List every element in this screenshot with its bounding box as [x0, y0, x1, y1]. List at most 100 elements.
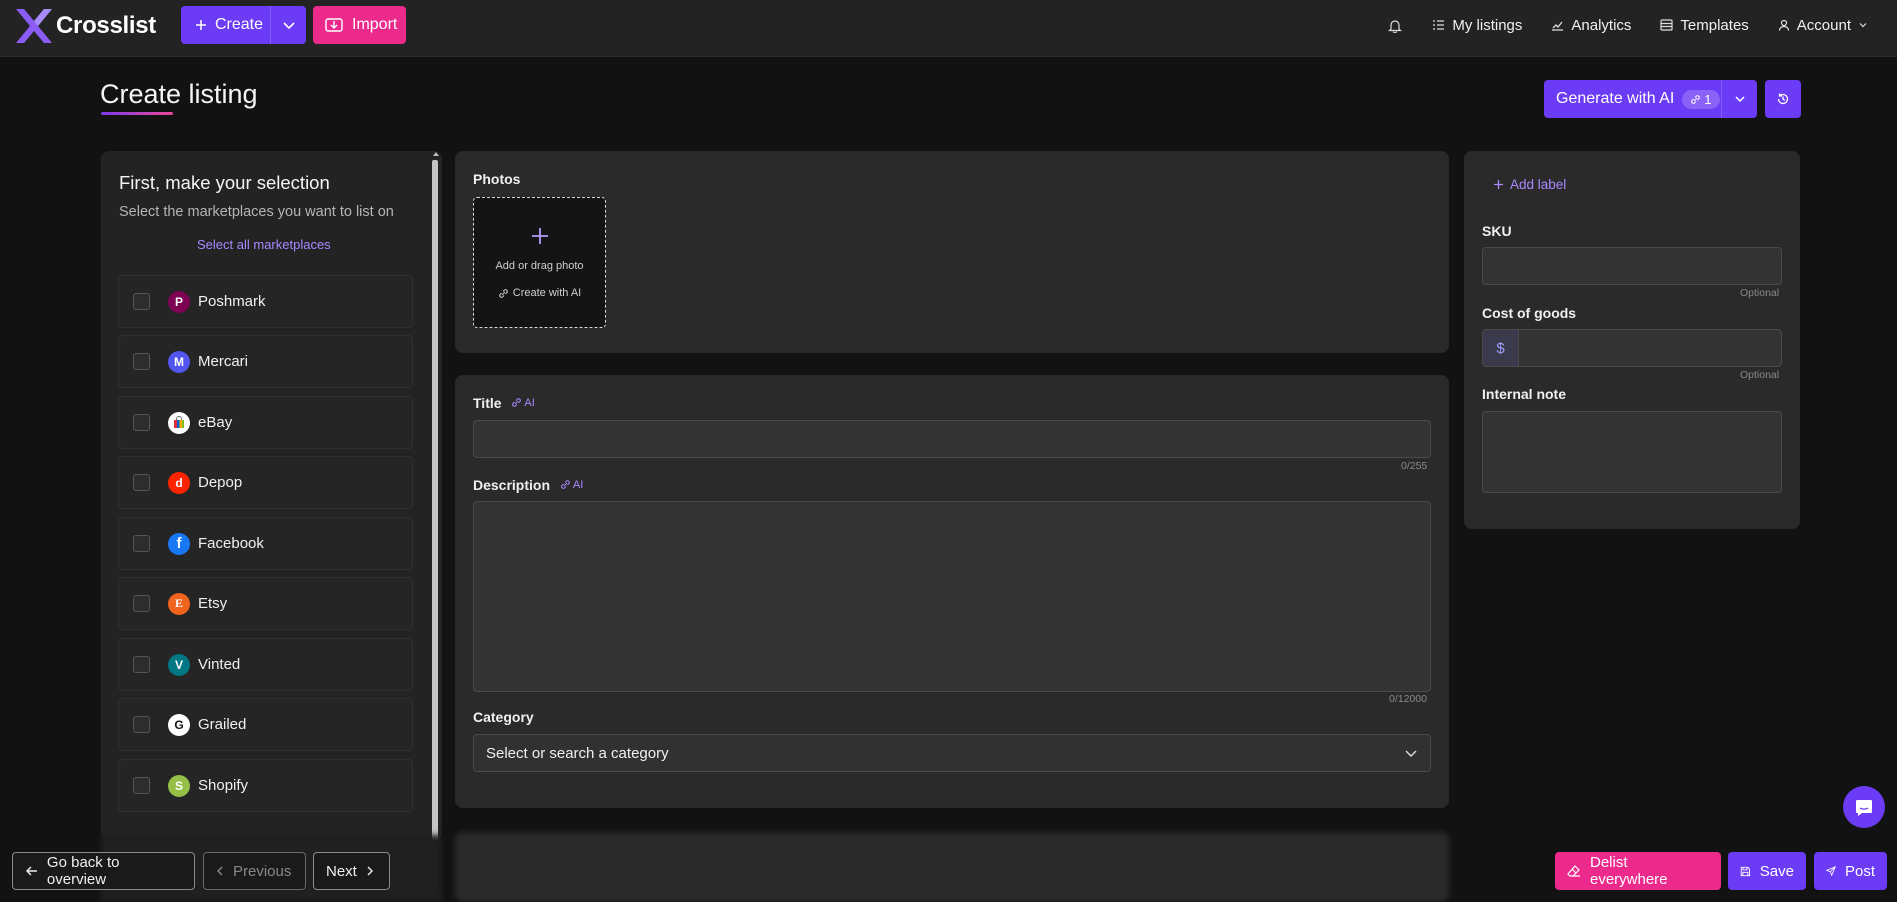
marketplace-checkbox[interactable]: [133, 535, 150, 552]
next-button[interactable]: Next: [313, 852, 390, 890]
title-ai-button[interactable]: AI: [511, 396, 535, 409]
generate-with-ai-button[interactable]: Generate with AI 1: [1544, 80, 1757, 118]
save-button[interactable]: Save: [1728, 852, 1806, 890]
add-label-button[interactable]: Add label: [1493, 177, 1566, 192]
plus-icon: [532, 228, 548, 244]
generate-count: 1: [1704, 91, 1712, 107]
description-label: Description AI: [473, 477, 583, 493]
ai-link-icon: [498, 288, 508, 298]
marketplace-item-facebook[interactable]: f Facebook: [118, 517, 413, 570]
save-label: Save: [1759, 862, 1794, 880]
description-ai-button[interactable]: AI: [560, 479, 583, 491]
scroll-up-arrow[interactable]: [433, 152, 439, 156]
category-placeholder: Select or search a category: [486, 744, 669, 762]
cost-input[interactable]: $: [1482, 329, 1782, 367]
top-nav: My listings Analytics Templates Account: [1388, 0, 1897, 50]
create-button[interactable]: Create: [181, 6, 306, 44]
crosslist-logo[interactable]: Crosslist: [12, 5, 156, 47]
history-button[interactable]: [1765, 80, 1801, 118]
add-photo-dropzone[interactable]: Add or drag photo Create with AI: [473, 197, 606, 328]
nav-account[interactable]: Account: [1778, 17, 1868, 34]
vinted-icon: V: [168, 653, 190, 676]
delist-everywhere-button[interactable]: Delist everywhere: [1555, 852, 1721, 890]
marketplace-heading: First, make your selection: [119, 172, 330, 193]
plus-icon: [1494, 180, 1503, 189]
eraser-icon: [1567, 865, 1580, 877]
chat-icon: [1856, 800, 1872, 816]
save-icon: [1740, 866, 1751, 876]
list-icon: [1433, 20, 1445, 30]
create-with-ai-text: Create with AI: [512, 287, 582, 299]
description-counter: 0/12000: [1389, 693, 1427, 705]
mercari-icon: M: [168, 350, 190, 373]
delist-label: Delist everywhere: [1589, 854, 1668, 888]
chevron-down-icon: [282, 22, 295, 30]
photos-card: Photos Add or drag photo Create with AI: [455, 151, 1449, 353]
title-underline: [101, 112, 173, 115]
marketplace-panel: First, make your selection Select the ma…: [101, 151, 442, 841]
description-textarea[interactable]: [473, 501, 1431, 692]
marketplace-label: Vinted: [198, 656, 241, 673]
marketplace-checkbox[interactable]: [133, 474, 150, 491]
import-button[interactable]: Import: [313, 6, 406, 44]
add-label-text: Add label: [1510, 177, 1567, 192]
post-button[interactable]: Post: [1814, 852, 1887, 890]
sku-input[interactable]: [1482, 247, 1782, 285]
create-main[interactable]: Create: [181, 16, 270, 34]
marketplace-item-shopify[interactable]: S Shopify: [118, 759, 413, 812]
marketplace-item-depop[interactable]: d Depop: [118, 456, 413, 509]
post-label: Post: [1844, 862, 1875, 880]
marketplace-checkbox[interactable]: [133, 656, 150, 673]
create-dropdown-toggle[interactable]: [270, 6, 306, 44]
marketplace-checkbox[interactable]: [133, 716, 150, 733]
scrollbar-thumb[interactable]: [432, 160, 438, 840]
generate-dropdown-toggle[interactable]: [1721, 80, 1757, 118]
marketplace-label: Etsy: [198, 595, 228, 612]
nav-templates[interactable]: Templates: [1660, 17, 1749, 34]
chevron-down-icon: [1405, 750, 1417, 757]
marketplace-item-ebay[interactable]: eBay: [118, 396, 413, 449]
nav-analytics[interactable]: Analytics: [1551, 17, 1631, 34]
marketplace-checkbox[interactable]: [133, 353, 150, 370]
chat-support-button[interactable]: [1843, 786, 1885, 828]
marketplace-checkbox[interactable]: [133, 777, 150, 794]
marketplace-subheading: Select the marketplaces you want to list…: [119, 204, 394, 220]
logo-x-icon: [16, 9, 52, 43]
marketplace-label: Depop: [198, 474, 243, 491]
marketplace-checkbox[interactable]: [133, 293, 150, 310]
ebay-icon: [168, 411, 190, 434]
marketplace-item-etsy[interactable]: E Etsy: [118, 577, 413, 630]
marketplace-checkbox[interactable]: [133, 414, 150, 431]
marketplace-checkbox[interactable]: [133, 595, 150, 612]
poshmark-icon: P: [168, 290, 190, 313]
logo-text: Crosslist: [56, 12, 157, 39]
depop-icon: d: [168, 471, 190, 494]
internal-note-textarea[interactable]: [1482, 411, 1782, 493]
marketplace-scrollbar[interactable]: [432, 152, 439, 842]
nav-my-listings[interactable]: My listings: [1432, 17, 1522, 34]
marketplace-item-grailed[interactable]: G Grailed: [118, 698, 413, 751]
previous-button[interactable]: Previous: [203, 852, 306, 890]
select-all-marketplaces-link[interactable]: Select all marketplaces: [197, 237, 331, 252]
chart-icon: [1552, 21, 1564, 31]
previous-label: Previous: [233, 862, 292, 880]
grailed-icon: G: [168, 713, 190, 736]
marketplace-item-vinted[interactable]: V Vinted: [118, 638, 413, 691]
marketplace-label: Shopify: [198, 777, 249, 794]
user-icon: [1778, 19, 1789, 31]
notifications-button[interactable]: [1388, 18, 1403, 33]
category-select[interactable]: Select or search a category: [473, 734, 1431, 772]
marketplace-item-poshmark[interactable]: P Poshmark: [118, 275, 413, 328]
title-ai-text: AI: [524, 396, 535, 409]
create-with-ai-link[interactable]: Create with AI: [474, 287, 605, 299]
etsy-icon: E: [168, 592, 190, 615]
generate-label: Generate with AI: [1556, 90, 1675, 107]
currency-prefix: $: [1483, 330, 1519, 366]
bell-icon: [1388, 19, 1403, 33]
title-input[interactable]: [473, 420, 1431, 458]
marketplace-item-mercari[interactable]: M Mercari: [118, 335, 413, 388]
go-back-button[interactable]: Go back to overview: [12, 852, 195, 890]
description-ai-text: AI: [572, 478, 584, 491]
ai-link-icon: [561, 480, 570, 489]
generate-main[interactable]: Generate with AI 1: [1544, 89, 1721, 109]
